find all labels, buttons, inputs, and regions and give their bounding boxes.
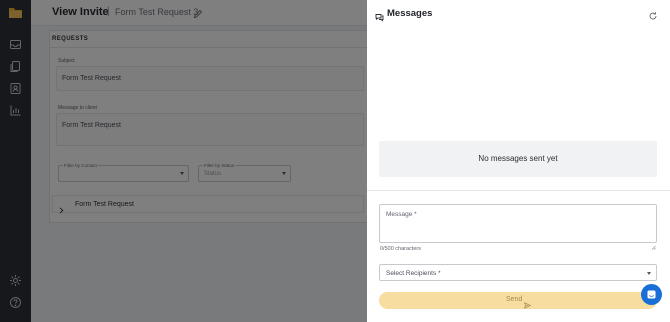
chat-icon xyxy=(375,9,384,22)
empty-state-text: No messages sent yet xyxy=(478,154,558,163)
resize-handle-icon[interactable] xyxy=(651,237,656,250)
recipients-placeholder: Select Recipients * xyxy=(386,269,441,277)
panel-title: Messages xyxy=(387,8,433,19)
refresh-icon[interactable] xyxy=(648,8,658,20)
panel-header: Messages xyxy=(367,0,670,26)
send-button[interactable]: Send xyxy=(379,292,657,309)
chat-launcher-button[interactable] xyxy=(641,284,662,305)
chat-launcher-icon xyxy=(647,290,656,299)
messages-panel: Messages No messages sent yet 0/500 char… xyxy=(367,0,670,322)
divider xyxy=(367,190,670,191)
chevron-down-icon xyxy=(647,272,651,275)
empty-state: No messages sent yet xyxy=(379,141,657,177)
send-icon xyxy=(524,297,532,309)
message-input[interactable] xyxy=(379,204,657,243)
recipients-select[interactable]: Select Recipients * xyxy=(379,264,657,281)
modal-backdrop[interactable] xyxy=(0,0,367,322)
character-counter: 0/500 characters xyxy=(380,246,421,252)
send-label: Send xyxy=(506,296,523,303)
